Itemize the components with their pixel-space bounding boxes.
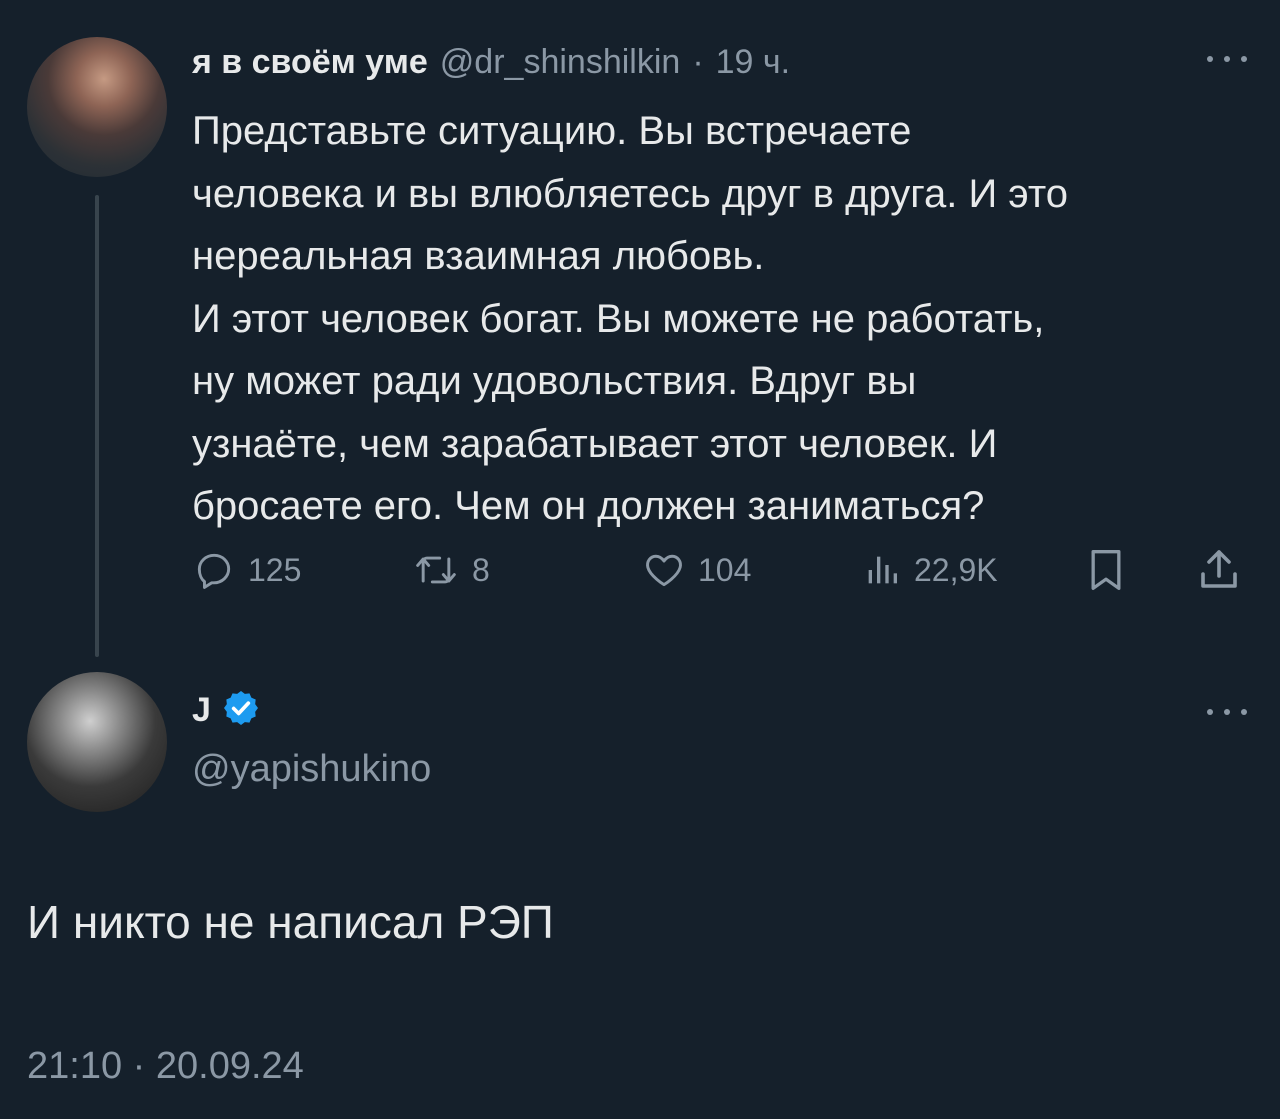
avatar-dr-shinshilkin[interactable]: [27, 37, 167, 177]
reply-handle[interactable]: @yapishukino: [192, 748, 431, 791]
reply-display-name[interactable]: J: [192, 691, 211, 730]
reply-button[interactable]: 125: [192, 545, 301, 595]
share-icon: [1195, 546, 1243, 594]
reply-timestamp[interactable]: 21:10 · 20.09.24: [27, 1045, 304, 1088]
meta-separator: ·: [692, 42, 704, 81]
more-icon[interactable]: [1207, 52, 1247, 66]
more-icon[interactable]: [1207, 705, 1247, 719]
bookmark-button[interactable]: [1084, 545, 1128, 595]
parent-tweet-actions: 125 8 104 22,9K: [192, 545, 1252, 595]
like-icon: [642, 548, 686, 592]
like-button[interactable]: 104: [642, 545, 751, 595]
reply-count: 125: [248, 551, 302, 588]
bookmark-icon: [1084, 546, 1128, 594]
retweet-icon: [412, 548, 460, 592]
reply-tweet-header: J: [192, 688, 261, 732]
parent-handle[interactable]: @dr_shinshilkin: [440, 43, 681, 82]
share-button[interactable]: [1195, 545, 1243, 595]
parent-tweet-text: Представьте ситуацию. Вы встречаете чело…: [192, 109, 1068, 528]
retweet-count: 8: [472, 551, 490, 588]
like-count: 104: [698, 551, 752, 588]
reply-tweet-text: И никто не написал РЭП: [27, 896, 554, 948]
parent-display-name[interactable]: я в своём уме: [192, 43, 428, 82]
reply-icon: [192, 548, 236, 592]
parent-tweet-header: я в своём уме @dr_shinshilkin · 19 ч.: [192, 40, 790, 84]
views-icon: [862, 548, 902, 592]
parent-time[interactable]: 19 ч.: [716, 43, 790, 82]
views-count: 22,9K: [914, 551, 998, 588]
thread-connector-line: [95, 195, 99, 657]
retweet-button[interactable]: 8: [412, 545, 490, 595]
avatar-yapishukino[interactable]: [27, 672, 167, 812]
views-button[interactable]: 22,9K: [862, 545, 998, 595]
verified-badge-icon: [221, 688, 261, 733]
